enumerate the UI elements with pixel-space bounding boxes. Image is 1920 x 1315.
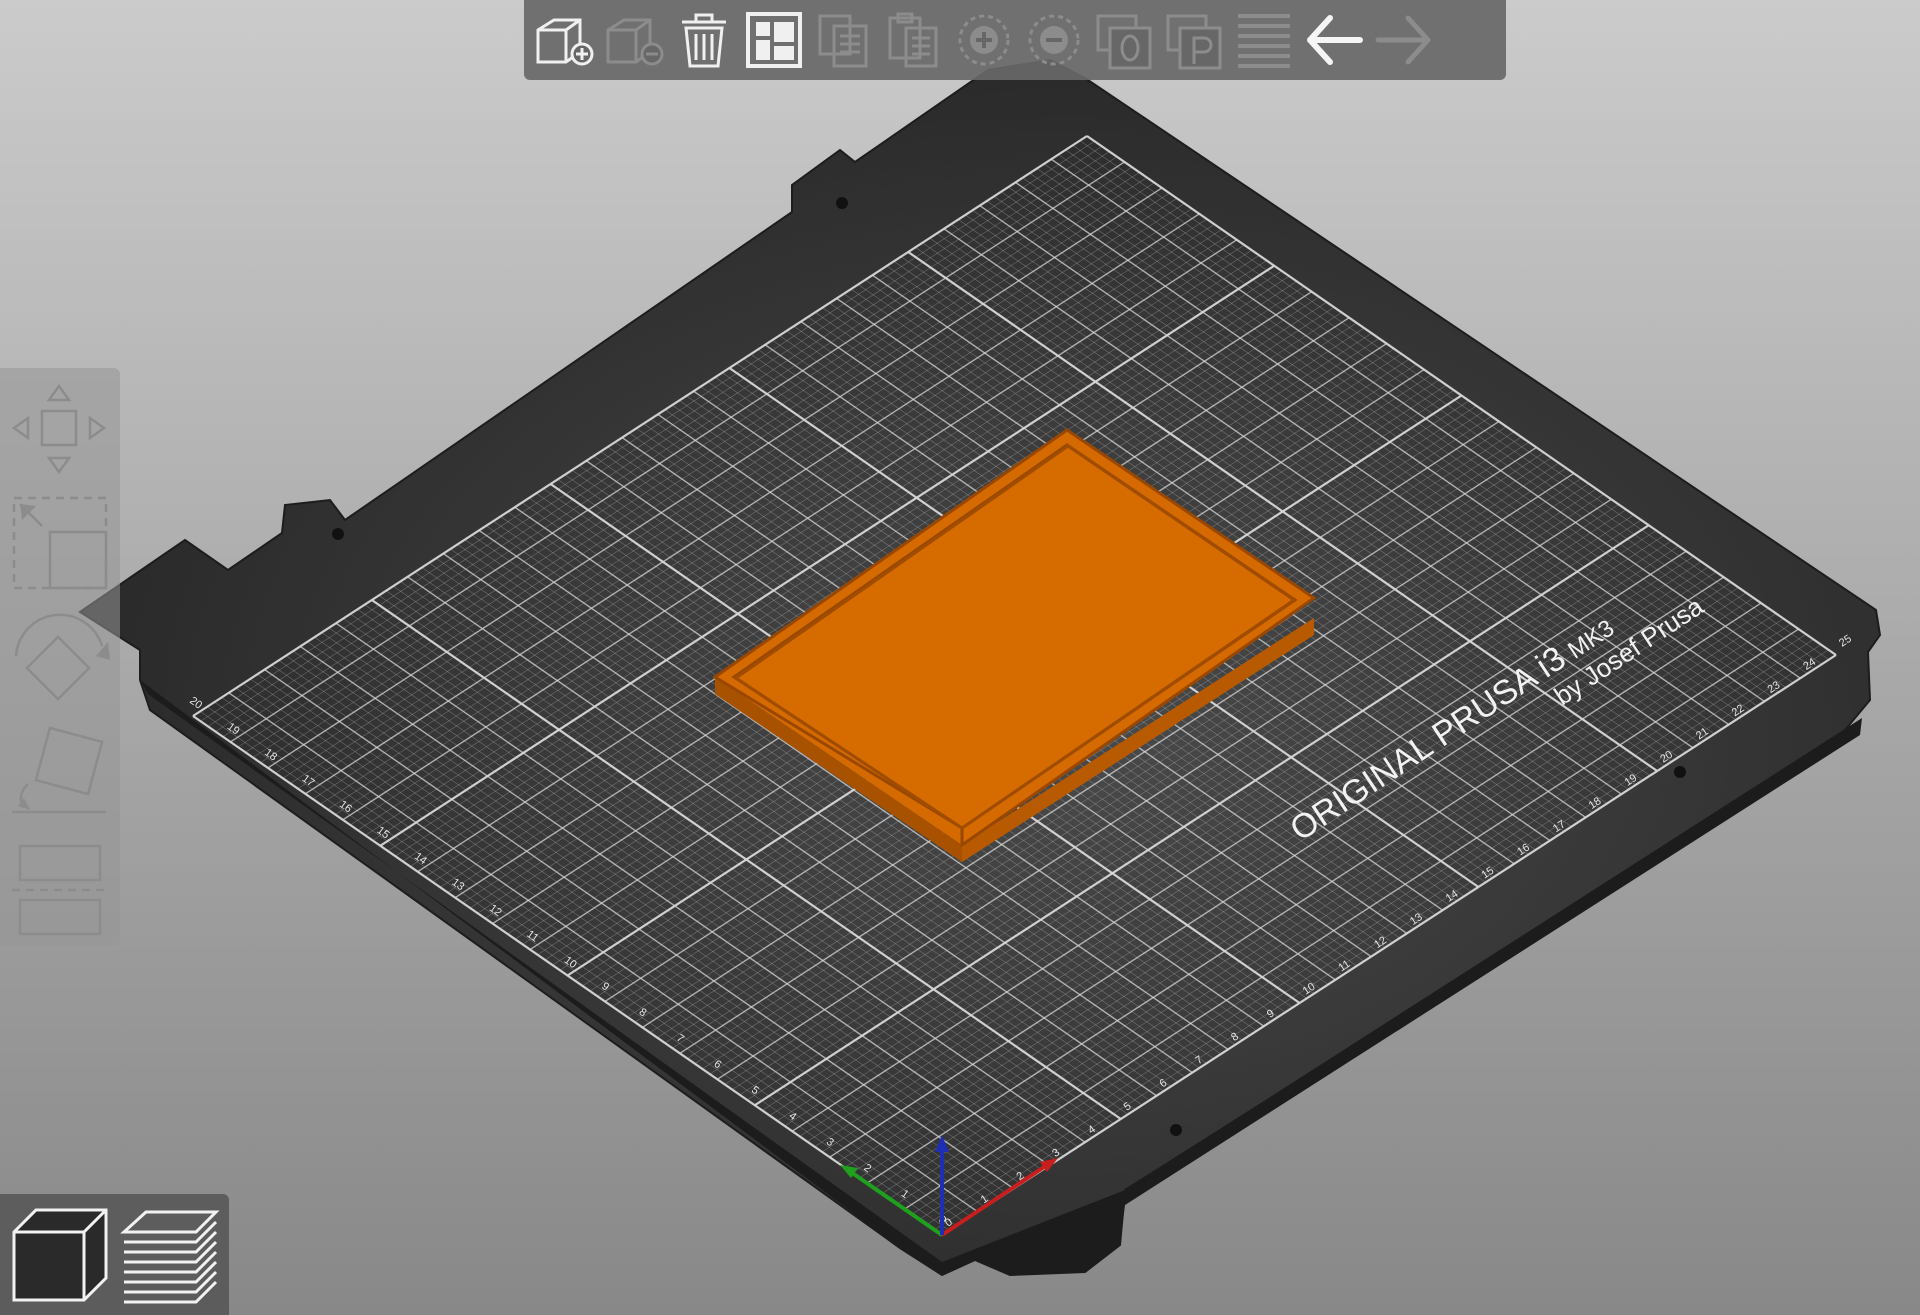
arrow-right-icon bbox=[1375, 15, 1431, 65]
cut-icon bbox=[12, 844, 108, 936]
bed-mount-hole bbox=[1170, 1124, 1182, 1136]
move-tool[interactable] bbox=[6, 378, 114, 480]
redo-button[interactable] bbox=[1372, 6, 1436, 72]
plus-circle-icon bbox=[958, 14, 1010, 66]
paste-button[interactable] bbox=[882, 6, 946, 72]
layers-editing-button[interactable] bbox=[1232, 6, 1296, 72]
place-on-face-icon bbox=[12, 726, 106, 814]
undo-button[interactable] bbox=[1302, 6, 1366, 72]
cut-tool[interactable] bbox=[6, 842, 114, 938]
cube-icon bbox=[12, 1208, 108, 1302]
delete-object-button[interactable] bbox=[602, 6, 666, 72]
arrow-left-icon bbox=[1307, 15, 1363, 65]
copy-icon bbox=[818, 14, 868, 68]
remove-instance-button[interactable] bbox=[1022, 6, 1086, 72]
3d-viewport[interactable]: 0123456789101112131415161718192021222324… bbox=[0, 0, 1920, 1315]
move-arrows-icon bbox=[11, 383, 107, 475]
add-object-button[interactable] bbox=[532, 6, 596, 72]
arrange-button[interactable] bbox=[742, 6, 806, 72]
split-parts-button[interactable] bbox=[1162, 6, 1226, 72]
view-switch bbox=[0, 1194, 229, 1315]
bed-mount-hole bbox=[836, 197, 848, 209]
delete-all-button[interactable] bbox=[672, 6, 736, 72]
bed-mount-hole bbox=[1674, 766, 1686, 778]
3d-view-button[interactable] bbox=[6, 1202, 112, 1308]
cube-plus-icon bbox=[536, 18, 594, 66]
layers-stack-icon bbox=[120, 1210, 220, 1304]
split-objects-icon bbox=[1096, 14, 1152, 70]
add-instance-button[interactable] bbox=[952, 6, 1016, 72]
minus-circle-icon bbox=[1028, 14, 1080, 66]
split-objects-button[interactable] bbox=[1092, 6, 1156, 72]
trash-icon bbox=[682, 13, 726, 68]
cube-minus-icon bbox=[606, 18, 664, 66]
bed-mount-hole bbox=[332, 528, 344, 540]
rotate-icon bbox=[14, 613, 110, 701]
main-toolbar bbox=[524, 0, 1506, 80]
scale-tool[interactable] bbox=[6, 490, 114, 596]
arrange-icon bbox=[746, 12, 802, 68]
scale-icon bbox=[12, 496, 108, 590]
preview-button[interactable] bbox=[116, 1202, 222, 1308]
place-on-face-tool[interactable] bbox=[6, 724, 114, 832]
copy-button[interactable] bbox=[812, 6, 876, 72]
paste-icon bbox=[888, 12, 938, 68]
layers-icon bbox=[1238, 14, 1290, 68]
rotate-tool[interactable] bbox=[6, 606, 114, 714]
split-parts-icon bbox=[1166, 14, 1222, 70]
gizmo-toolbar bbox=[0, 368, 120, 946]
